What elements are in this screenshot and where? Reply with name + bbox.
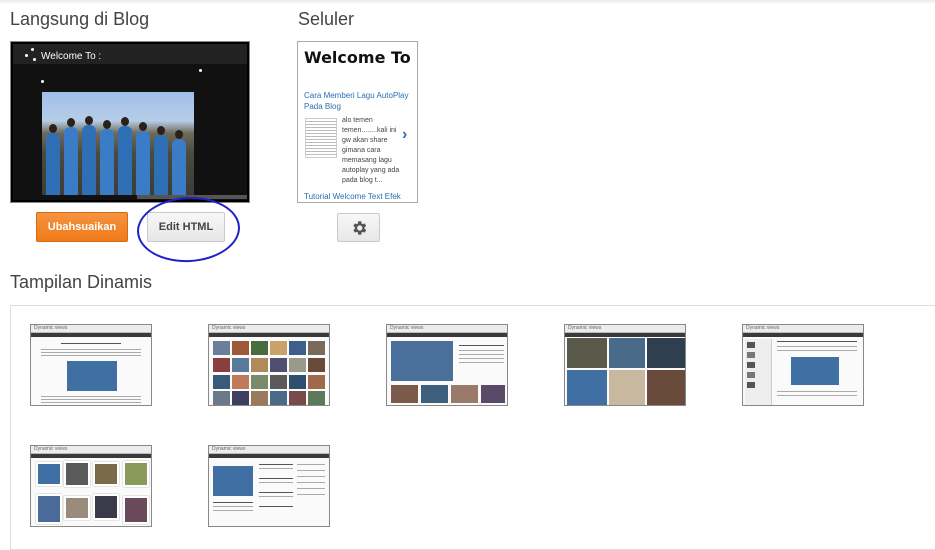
preview-photo [42, 92, 194, 195]
edit-html-button[interactable]: Edit HTML [147, 212, 225, 242]
dynamic-section-title: Tampilan Dinamis [10, 272, 153, 292]
dynamic-view-flipcard[interactable]: Dynamic views [208, 324, 330, 406]
decor-dot [33, 58, 36, 61]
dynamic-view-mosaic[interactable]: Dynamic views [564, 324, 686, 406]
preview-footer-strip [137, 195, 247, 199]
chevron-right-icon: › [402, 126, 408, 143]
decor-dot [31, 48, 34, 51]
live-section-title: Langsung di Blog [10, 9, 150, 29]
dynamic-view-classic[interactable]: Dynamic views [30, 324, 152, 406]
mobile-post-image [305, 118, 337, 158]
dynamic-view-label: Dynamic views [746, 325, 780, 331]
preview-welcome-text: Welcome To : [41, 51, 102, 62]
top-shadow [0, 0, 935, 4]
decor-dot [25, 54, 28, 57]
mobile-section-title: Seluler [298, 9, 355, 29]
gear-icon [352, 220, 366, 235]
dynamic-view-label: Dynamic views [34, 325, 68, 331]
customize-button[interactable]: Ubahsuaikan [36, 212, 128, 242]
dynamic-view-label: Dynamic views [34, 446, 68, 452]
decor-dot [41, 80, 44, 83]
live-blog-preview[interactable]: Welcome To : [10, 41, 250, 203]
dynamic-views-panel: Dynamic views Dynamic views Dynamic view… [10, 305, 935, 550]
dynamic-view-label: Dynamic views [212, 325, 246, 331]
dynamic-view-timeslide[interactable]: Dynamic views [208, 445, 330, 527]
dynamic-view-label: Dynamic views [212, 446, 246, 452]
dynamic-view-sidebar[interactable]: Dynamic views [742, 324, 864, 406]
mobile-post-link: Cara Memberi Lagu AutoPlay Pada Blog [304, 91, 409, 111]
decor-dot [199, 69, 202, 72]
mobile-preview-title: Welcome To : [304, 48, 418, 67]
mobile-preview[interactable]: Welcome To : Cara Memberi Lagu AutoPlay … [297, 41, 418, 203]
mobile-post-snippet: alo temen temen........kali ini gw akan … [342, 117, 400, 184]
dynamic-view-label: Dynamic views [568, 325, 602, 331]
mobile-settings-button[interactable] [337, 213, 380, 242]
dynamic-view-label: Dynamic views [390, 325, 424, 331]
mobile-next-post-link: Tutorial Welcome Text Efek [304, 192, 401, 201]
dynamic-view-magazine[interactable]: Dynamic views [386, 324, 508, 406]
dynamic-view-snapshot[interactable]: Dynamic views [30, 445, 152, 527]
